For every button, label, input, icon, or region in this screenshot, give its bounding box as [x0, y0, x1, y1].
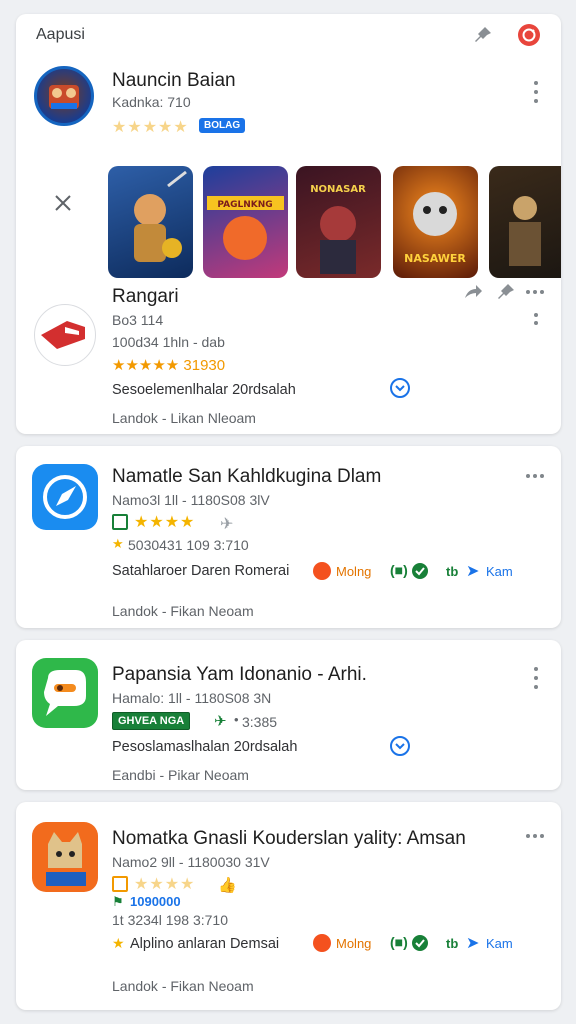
app-meta: Namo2 9ll - 1180030 31V: [112, 854, 270, 870]
app-meta: Kadnka: 710: [112, 94, 191, 110]
screenshot-thumb-5[interactable]: [489, 166, 561, 278]
app-footer: Landok - Fikan Neoam: [112, 603, 254, 619]
fire-icon: [313, 562, 331, 580]
app-meta: Namo3l 1ll - 1180S08 3lV: [112, 492, 270, 508]
screenshot-thumb-4[interactable]: NASAWER: [393, 166, 478, 278]
plane-icon: ✈: [220, 516, 234, 533]
verified-icon: [112, 876, 128, 892]
app-description: Satahlaroer Daren Romerai: [112, 563, 290, 579]
rating-badge: BOLAG: [199, 118, 246, 133]
arrow-icon: ➤: [466, 935, 480, 952]
more-options-button[interactable]: [526, 78, 546, 106]
screenshot-thumb-3[interactable]: NONASAR: [296, 166, 381, 278]
close-circle-icon[interactable]: [518, 24, 540, 46]
plane-icon: ✈: [214, 713, 227, 730]
app-footer: Eandbi - Pikar Neoam: [112, 767, 249, 783]
app2-footer: Landok - Likan Nleoam: [112, 410, 256, 426]
rating-stars: ★★★★★: [112, 119, 189, 136]
fire-icon: [313, 934, 331, 952]
app-meta: Hamalo: 1ll - 1180S08 3N: [112, 690, 272, 706]
thumb-label-2: PAGLNKNG: [217, 200, 272, 210]
more-options-button-2[interactable]: [526, 310, 546, 328]
screenshot-thumb-2[interactable]: PAGLNKNG: [203, 166, 288, 278]
tag-4[interactable]: Kam: [486, 936, 513, 951]
app-icon-chat[interactable]: [32, 658, 98, 728]
check-icon: [412, 935, 428, 951]
tag-4[interactable]: Kam: [486, 564, 513, 579]
rating-stars: ★★★★: [134, 514, 196, 531]
thumb-label-4: NASAWER: [404, 252, 466, 265]
dot-icon: •: [234, 712, 239, 727]
thumbs-up-icon: 👍: [218, 877, 237, 894]
app2-description: Sesoelemenlhalar 20rdsalah: [112, 382, 296, 398]
app2-meta-1: Bo3 114: [112, 312, 164, 328]
thumb-label-3: NONASAR: [310, 184, 366, 195]
info-badge: 1090000: [130, 894, 181, 909]
app-meta-2: 5030431 109 3:710: [128, 537, 249, 553]
expand-chevron-icon[interactable]: [390, 378, 410, 398]
app-list-card-2[interactable]: Namatle San Kahldkugina Dlam Namo3l 1ll …: [16, 446, 561, 628]
tag-1[interactable]: Molng: [336, 564, 371, 579]
more-options-button[interactable]: [526, 664, 546, 692]
rating-stars: ★★★★: [134, 876, 196, 893]
more-options-horizontal[interactable]: [526, 290, 544, 294]
arrow-icon: ➤: [466, 563, 480, 580]
close-icon[interactable]: [52, 192, 74, 214]
app2-meta-2: 100d34 1hln - dab: [112, 334, 225, 350]
app-title[interactable]: Nauncin Baian: [112, 70, 236, 92]
app-description: Pesoslamaslhalan 20rdsalah: [112, 739, 298, 755]
app-list-card-1: Aapusi Nauncin Baian Kadnka: 710 ★★★★★ B…: [16, 14, 561, 434]
small-star-icon: ★: [112, 935, 125, 951]
app-footer: Landok - Fikan Neoam: [112, 978, 254, 994]
app2-rating: ★★★★★ 31930: [112, 357, 226, 374]
small-star-icon: ★: [112, 536, 124, 551]
app-description: Alplino anlaran Demsai: [130, 936, 280, 952]
app-list-card-3[interactable]: Papansia Yam Idonanio - Arhi. Hamalo: 1l…: [16, 640, 561, 790]
app-title[interactable]: Namatle San Kahldkugina Dlam: [112, 466, 381, 488]
category-badge: GHVEA NGA: [112, 712, 191, 730]
more-options-horizontal[interactable]: [526, 474, 544, 478]
app-icon-rangari[interactable]: [34, 304, 96, 366]
tag-1[interactable]: Molng: [336, 936, 371, 951]
screenshot-thumb-1[interactable]: [108, 166, 193, 278]
bracket-icon: (■): [390, 562, 408, 578]
leaf-icon: ⚑: [112, 894, 124, 909]
verified-icon: [112, 514, 128, 530]
share-icon[interactable]: [462, 282, 484, 302]
app-icon-compass[interactable]: [32, 464, 98, 530]
app-meta-2: 1t 3234l 198 3:710: [112, 912, 228, 928]
app-title-rangari[interactable]: Rangari: [112, 286, 179, 308]
tag-3: tb: [446, 936, 459, 951]
app-title[interactable]: Papansia Yam Idonanio - Arhi.: [112, 664, 367, 686]
check-icon: [412, 563, 428, 579]
app-icon-nauncin[interactable]: [34, 66, 94, 126]
app-title[interactable]: Nomatka Gnasli Kouderslan yality: Amsan: [112, 828, 466, 850]
app-icon-dog[interactable]: [32, 822, 98, 892]
pin-icon-2[interactable]: [496, 282, 516, 302]
app-list-card-4[interactable]: Nomatka Gnasli Kouderslan yality: Amsan …: [16, 802, 561, 1010]
pin-icon[interactable]: [472, 24, 494, 46]
tag-3: tb: [446, 564, 459, 579]
count-value: 3:385: [242, 714, 278, 730]
more-options-horizontal[interactable]: [526, 834, 544, 838]
expand-chevron-icon[interactable]: [390, 736, 410, 756]
bracket-icon: (■): [390, 934, 408, 950]
header-title: Aapusi: [36, 26, 85, 43]
